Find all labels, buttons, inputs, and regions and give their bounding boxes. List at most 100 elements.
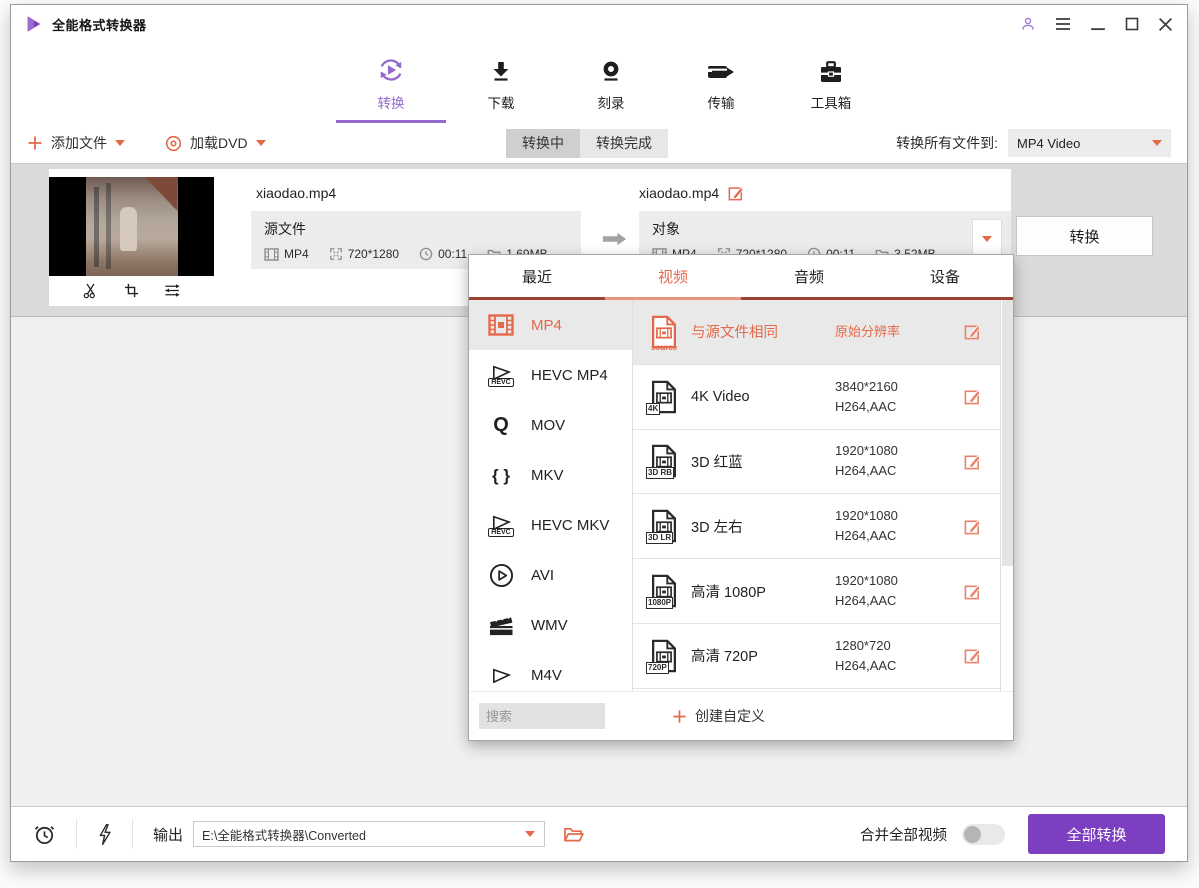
edit-preset-icon[interactable] (964, 388, 981, 405)
video-file-icon: 4K (649, 380, 691, 414)
target-section-title: 对象 (652, 219, 998, 239)
tab-converting[interactable]: 转换中 (506, 129, 580, 158)
hevc-flag-icon: HEVC (488, 364, 514, 387)
source-filename: xiaodao.mp4 (256, 185, 336, 201)
panel-tab-video[interactable]: 视频 (605, 255, 741, 300)
scrollbar-thumb[interactable] (1002, 300, 1013, 566)
minimize-icon[interactable] (1090, 16, 1106, 32)
plus-icon (672, 709, 687, 724)
open-folder-icon[interactable] (563, 826, 584, 843)
video-frame-image (86, 177, 178, 276)
maximize-icon[interactable] (1125, 17, 1139, 31)
high-speed-bolt-icon[interactable] (97, 823, 112, 846)
preset-scrollbar[interactable] (1000, 300, 1013, 691)
crop-icon[interactable] (123, 282, 140, 299)
video-file-icon: 720P (649, 639, 691, 673)
toolbar: 添加文件 加载DVD 转换中 转换完成 转换所有文件到: MP4 Video (11, 123, 1187, 164)
source-file-icon: source (649, 315, 691, 349)
close-icon[interactable] (1158, 17, 1173, 32)
create-custom-button[interactable]: 创建自定义 (672, 706, 765, 726)
toolbox-icon (817, 60, 845, 86)
app-window: 全能格式转换器 转换 下载 刻录 传输 (10, 4, 1188, 862)
preset-hd-1080p[interactable]: 1080P 高清 1080P 1920*1080H264,AAC (633, 559, 1013, 624)
source-duration: 00:11 (419, 247, 467, 261)
source-format: MP4 (264, 247, 309, 261)
app-logo-icon (25, 15, 43, 33)
output-path-select[interactable]: E:\全能格式转换器\Converted (193, 821, 545, 847)
divider (132, 819, 133, 849)
chevron-down-icon (1152, 140, 1162, 146)
queue-tabs: 转换中 转换完成 (506, 129, 668, 158)
add-file-button[interactable]: 添加文件 (27, 133, 125, 153)
preset-3d-left-right[interactable]: 3D LR 3D 左右 1920*1080H264,AAC (633, 494, 1013, 559)
preset-same-as-source[interactable]: source 与源文件相同 原始分辨率 (633, 300, 1013, 365)
divider (76, 819, 77, 849)
chevron-down-icon (525, 831, 535, 837)
format-item-mov[interactable]: Q MOV (469, 400, 632, 450)
resize-icon (329, 247, 343, 261)
dvd-disc-icon (165, 135, 182, 152)
load-dvd-button[interactable]: 加载DVD (165, 133, 266, 153)
preset-hd-720p[interactable]: 720P 高清 720P 1280*720H264,AAC (633, 624, 1013, 689)
flag-icon (488, 667, 514, 683)
app-title: 全能格式转换器 (52, 15, 147, 34)
filmstrip-icon (488, 314, 514, 336)
format-item-hevc-mp4[interactable]: HEVC HEVC MP4 (469, 350, 632, 400)
format-item-avi[interactable]: AVI (469, 550, 632, 600)
account-icon[interactable] (1020, 16, 1036, 32)
convert-all-button[interactable]: 全部转换 (1028, 814, 1165, 854)
film-icon (264, 248, 279, 261)
target-format-dropdown-button[interactable] (972, 219, 1002, 259)
nav-tab-transfer[interactable]: 传输 (666, 50, 776, 112)
nav-tab-download[interactable]: 下载 (446, 50, 556, 112)
source-resolution: 720*1280 (329, 247, 399, 261)
schedule-alarm-icon[interactable] (33, 823, 56, 846)
download-icon (487, 58, 515, 86)
video-thumbnail[interactable] (49, 177, 214, 276)
panel-tab-audio[interactable]: 音频 (741, 255, 877, 300)
nav-tab-toolbox[interactable]: 工具箱 (776, 50, 886, 112)
format-panel-tabs: 最近 视频 音频 设备 (469, 255, 1013, 300)
effects-sliders-icon[interactable] (164, 282, 181, 299)
format-picker-panel: 最近 视频 音频 设备 MP4 HEVC HEVC MP4 Q M (468, 254, 1014, 741)
target-filename: xiaodao.mp4 (639, 185, 744, 201)
chevron-down-icon (256, 140, 266, 146)
edit-preset-icon[interactable] (964, 323, 981, 340)
merge-all-toggle[interactable] (962, 824, 1005, 845)
convert-button[interactable]: 转换 (1016, 216, 1153, 256)
hevc-flag-icon: HEVC (488, 514, 514, 537)
play-circle-icon (489, 563, 514, 588)
panel-tab-recent[interactable]: 最近 (469, 255, 605, 300)
rename-edit-icon[interactable] (728, 185, 744, 201)
search-input[interactable] (479, 703, 605, 729)
format-item-hevc-mkv[interactable]: HEVC HEVC MKV (469, 500, 632, 550)
tab-finished[interactable]: 转换完成 (580, 129, 668, 158)
chevron-down-icon (982, 236, 992, 242)
edit-preset-icon[interactable] (964, 583, 981, 600)
titlebar: 全能格式转换器 (11, 5, 1187, 43)
format-item-mkv[interactable]: { } MKV (469, 450, 632, 500)
footer-bar: 输出 E:\全能格式转换器\Converted 合并全部视频 全部转换 (11, 806, 1187, 861)
braces-icon: { } (492, 467, 510, 484)
panel-tab-device[interactable]: 设备 (877, 255, 1013, 300)
video-file-icon: 3D RB (649, 444, 691, 478)
trim-scissors-icon[interactable] (82, 282, 99, 299)
clapperboard-icon (488, 614, 514, 637)
output-format-select[interactable]: MP4 Video (1008, 129, 1171, 157)
edit-preset-icon[interactable] (964, 518, 981, 535)
output-path-value: E:\全能格式转换器\Converted (194, 825, 525, 844)
convert-all-to-label: 转换所有文件到: (896, 133, 998, 153)
transfer-icon (706, 58, 736, 86)
preset-3d-red-blue[interactable]: 3D RB 3D 红蓝 1920*1080H264,AAC (633, 430, 1013, 495)
preset-4k-video[interactable]: 4K 4K Video 3840*2160H264,AAC (633, 365, 1013, 430)
format-list: MP4 HEVC HEVC MP4 Q MOV { } MKV (469, 300, 633, 691)
format-item-m4v[interactable]: M4V (469, 650, 632, 691)
edit-preset-icon[interactable] (964, 647, 981, 664)
menu-icon[interactable] (1055, 16, 1071, 32)
format-item-mp4[interactable]: MP4 (469, 300, 632, 350)
nav-tab-convert[interactable]: 转换 (336, 50, 446, 112)
format-item-wmv[interactable]: WMV (469, 600, 632, 650)
edit-preset-icon[interactable] (964, 453, 981, 470)
toggle-knob (964, 826, 981, 843)
nav-tab-burn[interactable]: 刻录 (556, 50, 666, 112)
